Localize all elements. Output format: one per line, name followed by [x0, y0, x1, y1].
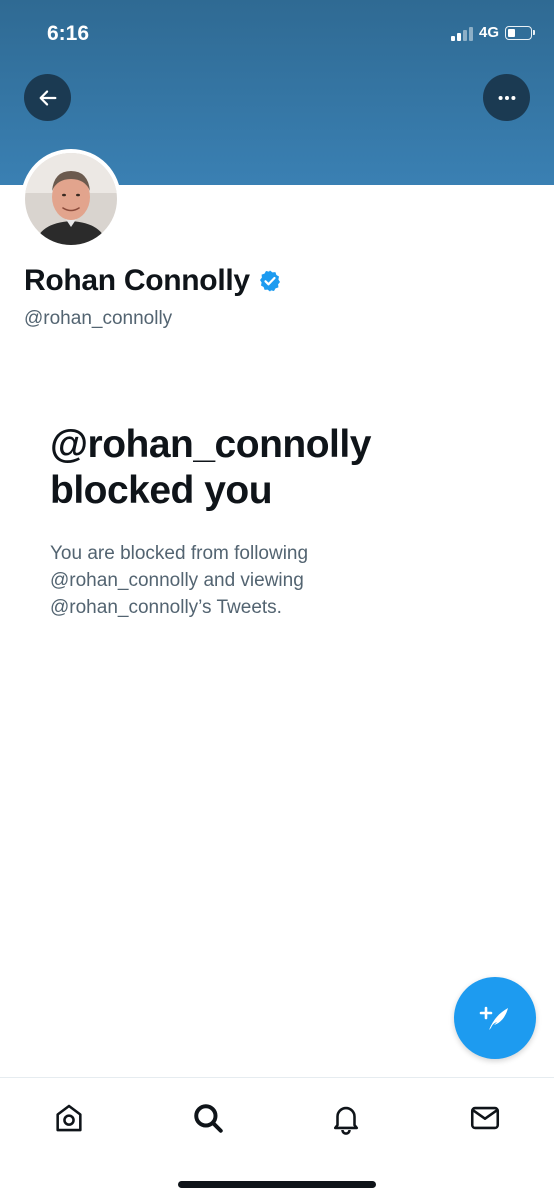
compose-tweet-icon [479, 1006, 508, 1030]
profile-handle: @rohan_connolly [24, 308, 173, 329]
profile-name-row: Rohan Connolly [24, 264, 282, 298]
blocked-description-line: @rohan_connolly’s Tweets. [50, 597, 282, 618]
blocked-description-line: @rohan_connolly and viewing [50, 570, 304, 591]
tab-notifications[interactable] [326, 1098, 366, 1138]
verified-badge-icon [259, 270, 280, 292]
blocked-title: @rohan_connolly blocked you [50, 422, 510, 514]
blocked-description-line: You are blocked from following [50, 543, 309, 564]
more-horizontal-icon [498, 95, 515, 100]
status-time: 6:16 [47, 22, 90, 45]
profile-photo [25, 153, 117, 245]
blocked-title-line: @rohan_connolly [50, 423, 371, 466]
more-options-button[interactable] [483, 74, 530, 121]
mail-icon [470, 1106, 500, 1130]
home-indicator [178, 1181, 376, 1188]
battery-icon [505, 25, 535, 40]
display-name: Rohan Connolly [24, 264, 250, 297]
search-icon [194, 1104, 223, 1133]
bell-icon [333, 1106, 359, 1135]
compose-tweet-button[interactable] [454, 977, 536, 1059]
tab-messages[interactable] [465, 1098, 505, 1138]
status-indicators: 4G [450, 24, 535, 41]
home-icon [56, 1104, 82, 1132]
network-type: 4G [478, 24, 499, 41]
tab-search[interactable] [188, 1098, 228, 1138]
avatar[interactable] [21, 149, 121, 249]
blocked-title-line: blocked you [50, 469, 273, 512]
back-button[interactable] [24, 74, 71, 121]
signal-icon [450, 25, 473, 41]
blocked-description: You are blocked from following @rohan_co… [50, 540, 470, 621]
arrow-left-icon [39, 89, 56, 106]
tab-home[interactable] [49, 1098, 89, 1138]
